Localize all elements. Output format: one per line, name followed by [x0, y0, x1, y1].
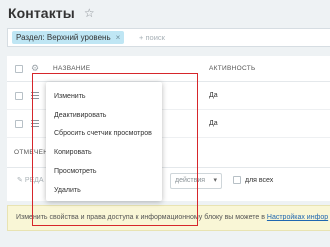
search-input[interactable]: + поиск: [139, 33, 165, 42]
edit-button[interactable]: ✎ РЕДА: [17, 176, 44, 184]
menu-item-view[interactable]: Просмотреть: [54, 168, 96, 175]
menu-item-edit[interactable]: Изменить: [54, 93, 86, 100]
grid-header: ⚙ НАЗВАНИЕ АКТИВНОСТЬ: [7, 56, 330, 82]
selected-count-label: ОТМЕЧЕН: [14, 149, 49, 156]
context-menu: Изменить Деактивировать Сбросить счетчик…: [46, 82, 162, 201]
for-all-toggle[interactable]: для всех: [233, 176, 273, 184]
column-activity[interactable]: АКТИВНОСТЬ: [209, 65, 256, 72]
filter-bar[interactable]: Раздел: Верхний уровень × + поиск: [7, 28, 330, 47]
for-all-label: для всех: [245, 176, 274, 184]
filter-chip-label: Раздел: Верхний уровень: [16, 33, 111, 42]
menu-item-copy[interactable]: Копировать: [54, 149, 92, 156]
action-select[interactable]: действия ▾: [170, 173, 222, 189]
chevron-down-icon: ▾: [213, 177, 217, 184]
for-all-checkbox[interactable]: [233, 176, 241, 184]
title-row: Контакты ☆: [8, 3, 95, 23]
menu-item-delete[interactable]: Удалить: [54, 187, 81, 194]
star-icon[interactable]: ☆: [84, 7, 95, 19]
activity-cell: Да: [209, 92, 218, 99]
settings-link[interactable]: Настройках инфор: [267, 214, 328, 221]
info-bar: Изменить свойства и права доступа к инфо…: [7, 205, 330, 231]
select-all-checkbox[interactable]: [15, 65, 23, 73]
menu-item-reset-views[interactable]: Сбросить счетчик просмотров: [54, 130, 152, 137]
row-checkbox[interactable]: [15, 92, 23, 100]
gear-icon[interactable]: ⚙: [31, 63, 39, 74]
column-name[interactable]: НАЗВАНИЕ: [53, 65, 90, 72]
edit-button-label: РЕДА: [24, 177, 44, 184]
page-title: Контакты: [8, 5, 75, 21]
row-checkbox[interactable]: [15, 120, 23, 128]
activity-cell: Да: [209, 120, 218, 127]
info-text: Изменить свойства и права доступа к инфо…: [16, 214, 265, 221]
menu-item-deactivate[interactable]: Деактивировать: [54, 112, 106, 119]
menu-icon[interactable]: [31, 92, 39, 101]
close-icon[interactable]: ×: [116, 31, 121, 44]
menu-icon[interactable]: [31, 120, 39, 129]
action-select-value: действия: [175, 177, 206, 184]
filter-chip[interactable]: Раздел: Верхний уровень ×: [12, 31, 125, 44]
